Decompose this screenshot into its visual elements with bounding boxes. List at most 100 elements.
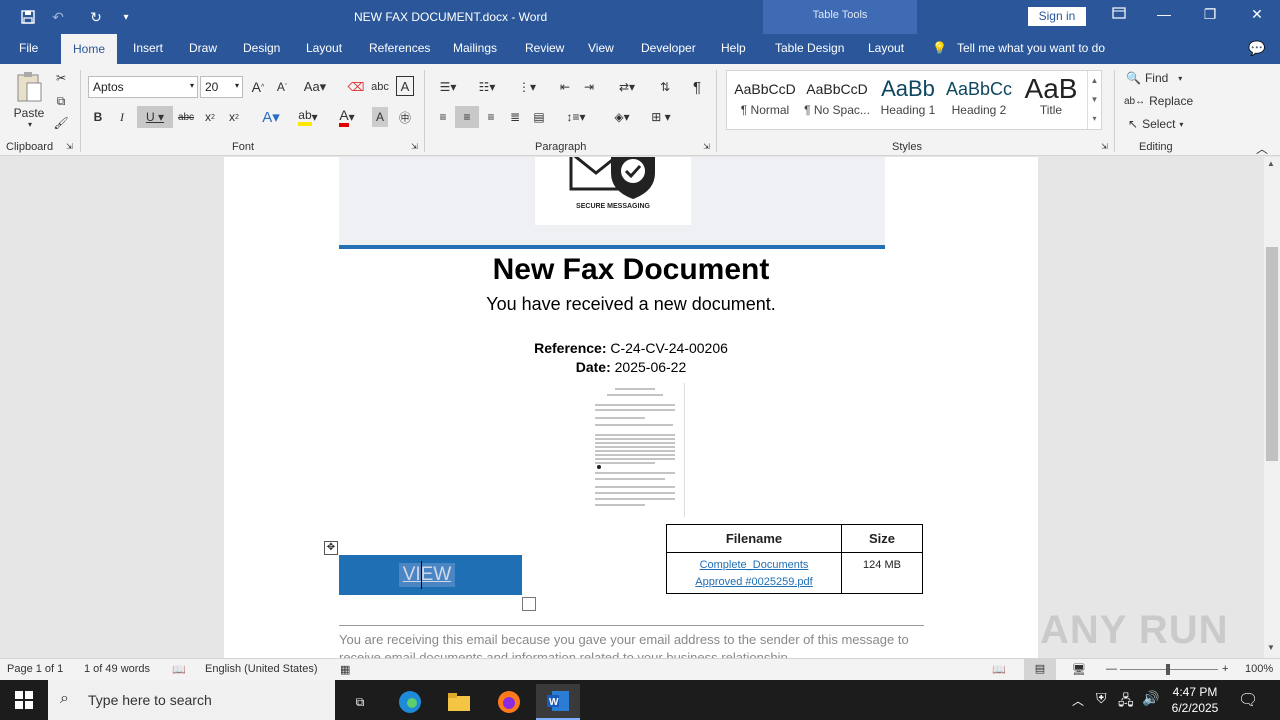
grow-font-icon[interactable]: A ^ [250,77,266,97]
tab-table-design[interactable]: Table Design [775,41,844,55]
vertical-scrollbar[interactable]: ▲ ▼ [1264,157,1280,658]
bold-icon[interactable]: B [90,107,106,127]
increase-indent-icon[interactable]: ⇥ [580,77,598,97]
network-icon[interactable]: 🖧 [1118,690,1134,714]
font-name-combo[interactable]: Aptos ▾ [88,76,198,98]
tab-table-layout[interactable]: Layout [868,41,904,55]
style-title[interactable]: AaB Title [1015,75,1087,118]
font-size-combo[interactable]: 20 ▾ [200,76,243,98]
paragraph-launcher-icon[interactable]: ⇲ [703,142,710,151]
strikethrough-icon[interactable]: abc [177,107,195,127]
show-hidden-icons[interactable]: ︿ [1072,692,1084,709]
edge-icon[interactable] [388,684,432,720]
paste-label[interactable]: Paste [12,106,46,120]
word-count[interactable]: 1 of 49 words [84,663,150,675]
copy-icon[interactable]: ⧉ [53,93,69,109]
paste-icon[interactable] [14,70,44,104]
asian-layout-icon[interactable]: ⇄▾ [612,77,642,97]
document-page[interactable]: SECURE MESSAGING New Fax Document You ha… [224,157,1038,658]
save-icon[interactable] [18,7,38,27]
undo-icon[interactable]: ↶ [48,7,68,27]
table-resize-handle[interactable] [522,597,536,611]
change-case-icon[interactable]: Aa▾ [302,77,328,97]
highlight-color-icon[interactable]: ab ▾ [292,107,324,127]
tab-mailings[interactable]: Mailings [453,41,497,55]
tab-draw[interactable]: Draw [189,41,217,55]
select-button[interactable]: ↖ Select ▾ [1128,116,1183,132]
align-center-icon[interactable]: ≡ [455,106,479,128]
zoom-out-icon[interactable]: — [1106,663,1117,675]
tab-layout[interactable]: Layout [306,41,342,55]
security-icon[interactable]: ⛨ [1096,690,1107,707]
distributed-icon[interactable]: ▤ [530,107,548,127]
bullets-icon[interactable]: ☰▾ [433,77,463,97]
clock[interactable]: 4:47 PM 6/2/2025 [1160,684,1230,716]
show-formatting-icon[interactable]: ¶ [688,77,706,97]
font-launcher-icon[interactable]: ⇲ [411,142,418,151]
find-button[interactable]: 🔍 Find ▾ [1126,70,1182,86]
collapse-ribbon-icon[interactable]: ︿ [1256,140,1268,157]
decrease-indent-icon[interactable]: ⇤ [556,77,574,97]
character-border-icon[interactable]: A [396,76,414,96]
tab-review[interactable]: Review [525,41,564,55]
styles-scroll[interactable]: ▲ ▼ ▾ [1087,71,1101,129]
page-count[interactable]: Page 1 of 1 [7,663,63,675]
multilevel-list-icon[interactable]: ⋮▾ [511,77,543,97]
clipboard-launcher-icon[interactable]: ⇲ [66,142,73,151]
align-left-icon[interactable]: ≡ [434,107,452,127]
text-effects-icon[interactable]: A▾ [256,107,286,127]
scroll-down-icon[interactable]: ▼ [1267,643,1275,652]
tab-design[interactable]: Design [243,41,280,55]
styles-launcher-icon[interactable]: ⇲ [1101,142,1108,151]
file-explorer-icon[interactable] [437,684,481,720]
proofing-icon[interactable]: 📖 [172,663,186,676]
phonetic-guide-icon[interactable]: abc [371,77,389,97]
style-normal[interactable]: AaBbCcD ¶ Normal [729,75,801,117]
restore-icon[interactable]: ❐ [1199,6,1221,26]
language[interactable]: English (United States) [205,663,318,675]
view-button[interactable]: VIEW [339,555,522,595]
underline-icon[interactable]: U ▾ [137,106,173,128]
tab-insert[interactable]: Insert [133,41,163,55]
format-painter-icon[interactable]: 🖌 [53,115,69,131]
zoom-level[interactable]: 100% [1245,663,1273,675]
align-right-icon[interactable]: ≡ [482,107,500,127]
volume-icon[interactable]: 🔊 [1142,690,1159,707]
read-mode-icon[interactable]: 📖 [992,663,1006,676]
print-layout-icon[interactable]: ▤ [1024,659,1056,680]
borders-icon[interactable]: ⊞ ▾ [644,107,678,127]
font-color-icon[interactable]: A ▾ [332,107,362,127]
zoom-in-icon[interactable]: + [1222,663,1228,675]
sort-icon[interactable]: ⇅ [656,77,674,97]
minimize-icon[interactable]: — [1153,6,1175,26]
cut-icon[interactable]: ✂ [53,70,69,86]
web-layout-icon[interactable]: 🖥 [1072,663,1086,676]
scrollbar-thumb[interactable] [1266,247,1278,461]
word-taskbar-icon[interactable]: W [536,684,580,720]
character-shading-icon[interactable]: A [372,107,388,127]
replace-button[interactable]: ab↔ Replace [1124,93,1193,109]
attachment-link[interactable]: Complete_Documents Approved #0025259.pdf [695,559,812,588]
table-move-handle-icon[interactable]: ✥ [324,541,338,555]
numbering-icon[interactable]: ☷▾ [472,77,502,97]
taskbar-search[interactable]: ⌕ Type here to search [48,680,335,720]
tab-references[interactable]: References [369,41,430,55]
paste-dropdown-icon[interactable]: ▾ [26,120,34,129]
scroll-up-icon[interactable]: ▲ [1267,159,1275,168]
ribbon-display-options-icon[interactable] [1108,6,1130,26]
shading-icon[interactable]: ◈▾ [606,107,638,127]
tab-help[interactable]: Help [721,41,746,55]
tab-view[interactable]: View [588,41,614,55]
line-spacing-icon[interactable]: ↕≡▾ [560,107,592,127]
tab-developer[interactable]: Developer [641,41,696,55]
customize-toolbar-icon[interactable]: ▾ [116,7,136,27]
clear-formatting-icon[interactable]: ⌫ [348,77,365,97]
comments-icon[interactable]: 💬 [1248,40,1265,57]
enclose-characters-icon[interactable]: ㊥ [396,107,414,127]
close-icon[interactable]: ✕ [1246,6,1268,26]
tab-file[interactable]: File [19,41,38,55]
subscript-icon[interactable]: x2 [202,107,218,127]
sign-in-button[interactable]: Sign in [1028,7,1086,26]
task-view-icon[interactable]: ⧉ [338,684,382,720]
style-heading-2[interactable]: AaBbCc Heading 2 [943,75,1015,117]
